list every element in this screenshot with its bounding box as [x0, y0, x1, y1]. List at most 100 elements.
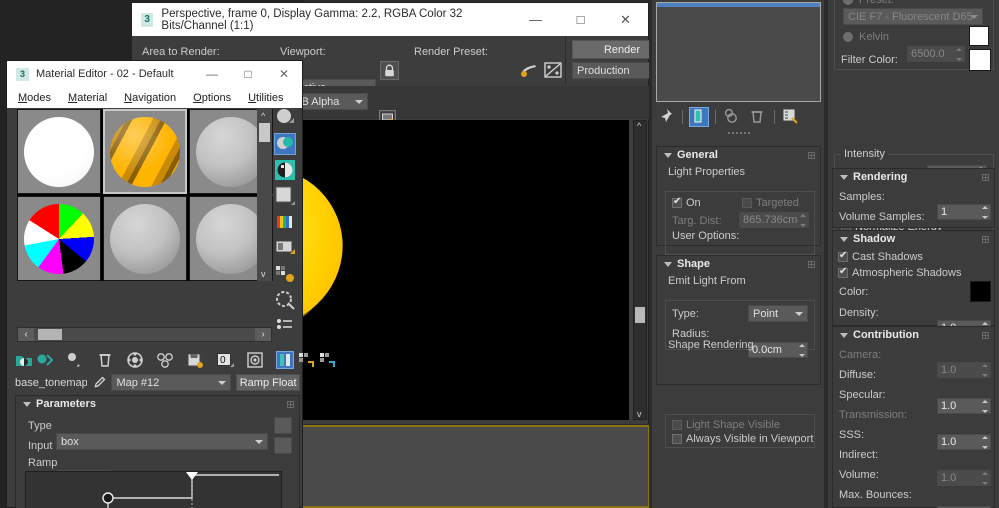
filter-color-swatch[interactable]: [969, 49, 991, 71]
emit-light-from-caption: Emit Light From: [668, 275, 746, 287]
put-material-to-scene-icon[interactable]: [36, 351, 54, 369]
sample-type-icon[interactable]: [274, 107, 296, 129]
map-type-button[interactable]: Ramp Float: [236, 374, 300, 391]
slots-scroll-up-icon[interactable]: ^: [261, 111, 265, 121]
pick-material-icon[interactable]: [318, 351, 336, 369]
preset-radio[interactable]: [843, 0, 853, 5]
hscrollbar-thumb[interactable]: [38, 329, 62, 340]
material-editor-titlebar[interactable]: 3 Material Editor - 02 - Default — □ ✕: [7, 61, 302, 87]
material-id-channel-icon[interactable]: [274, 315, 296, 337]
max-bounces-label: Max. Bounces:: [839, 489, 912, 501]
backlight-icon[interactable]: [274, 133, 296, 155]
shadow-rollout-header[interactable]: Shadow: [833, 231, 994, 247]
get-material-icon[interactable]: [15, 351, 33, 369]
background-checker-icon[interactable]: [274, 159, 296, 181]
material-name-field[interactable]: base_tonemap: [15, 377, 87, 389]
video-color-check-icon[interactable]: [274, 211, 296, 233]
slots-scroll-right-icon[interactable]: ›: [255, 328, 271, 341]
samples-spinner[interactable]: 1: [937, 204, 991, 220]
options-icon[interactable]: [274, 263, 296, 285]
on-checkbox-box: [672, 196, 682, 208]
cast-shadows-label: Cast Shadows: [852, 251, 923, 263]
targeted-checkbox-box: [742, 198, 752, 208]
show-end-result-icon[interactable]: [689, 107, 709, 127]
type-map-button[interactable]: [274, 417, 292, 434]
kelvin-value: 6500.0: [911, 48, 945, 60]
minimize-icon[interactable]: —: [194, 61, 230, 87]
specular-spinner[interactable]: 1.0: [937, 434, 991, 450]
slots-vertical-scrollbar[interactable]: ^ v: [257, 109, 272, 281]
go-forward-to-sibling-icon[interactable]: [297, 351, 315, 369]
menu-item-modes[interactable]: MModesodes: [18, 92, 51, 104]
slots-scroll-down-icon[interactable]: v: [261, 269, 266, 279]
go-to-parent-icon[interactable]: [276, 351, 294, 369]
contribution-rollout-header[interactable]: Contribution: [833, 327, 994, 343]
slots-scrollbar-thumb[interactable]: [259, 123, 270, 142]
make-unique-icon[interactable]: [722, 107, 742, 127]
rendering-rollout-header[interactable]: Rendering: [833, 169, 994, 185]
make-unique-icon[interactable]: [156, 351, 174, 369]
diffuse-spinner[interactable]: 1.0: [937, 398, 991, 414]
show-end-result-icon[interactable]: [246, 351, 264, 369]
radius-spinner[interactable]: 0.0cm: [748, 342, 808, 358]
maximize-icon[interactable]: □: [558, 3, 603, 36]
material-slot-grey-2[interactable]: [103, 196, 187, 281]
pin-stack-icon[interactable]: [656, 107, 676, 127]
material-preview-pane[interactable]: [656, 2, 821, 102]
slots-scroll-left-icon[interactable]: ‹: [18, 328, 34, 341]
render-frame-titlebar[interactable]: 3 Perspective, frame 0, Display Gamma: 2…: [132, 3, 648, 36]
parameters-rollout-header[interactable]: Parameters: [16, 396, 299, 412]
samples-label: Samples:: [839, 191, 885, 203]
input-map-button[interactable]: [274, 437, 292, 454]
menu-item-navigation[interactable]: Navigation: [124, 92, 176, 104]
menu-item-material[interactable]: Material: [68, 92, 107, 104]
image-vertical-scrollbar[interactable]: ^ v: [633, 120, 647, 420]
eyedropper-icon[interactable]: [92, 376, 106, 390]
slots-horizontal-scrollbar[interactable]: ‹ ›: [17, 327, 272, 342]
menu-item-options[interactable]: Options: [193, 92, 231, 104]
targeted-checkbox[interactable]: Targeted: [742, 197, 799, 209]
always-visible-checkbox[interactable]: Always Visible in Viewport: [672, 433, 813, 445]
minimize-icon[interactable]: —: [513, 3, 558, 36]
kelvin-radio[interactable]: [843, 32, 853, 42]
select-by-material-icon[interactable]: [274, 289, 296, 311]
close-icon[interactable]: ✕: [603, 3, 648, 36]
make-material-copy-icon[interactable]: [126, 351, 144, 369]
atmospheric-shadows-checkbox[interactable]: Atmospheric Shadows: [838, 266, 961, 279]
ramp-curve-editor[interactable]: [25, 471, 282, 508]
general-rollout-header[interactable]: General: [657, 147, 820, 163]
configure-modifier-sets-icon[interactable]: [781, 107, 801, 127]
cast-shadows-checkbox[interactable]: Cast Shadows: [838, 250, 923, 263]
scrollbar-thumb[interactable]: [635, 307, 645, 323]
assign-material-icon[interactable]: [66, 351, 84, 369]
map-dropdown[interactable]: Map #12: [111, 374, 232, 391]
material-sample-slots[interactable]: ^ v: [17, 109, 273, 281]
targ-dist-value: 865.736cm: [743, 214, 798, 226]
material-slot-gold[interactable]: [103, 109, 187, 194]
reset-map-icon[interactable]: [96, 351, 114, 369]
shape-rollout-header[interactable]: Shape: [657, 256, 820, 272]
menu-item-utilities[interactable]: Utilities: [248, 92, 283, 104]
maximize-icon[interactable]: □: [230, 61, 266, 87]
lock-icon[interactable]: [380, 61, 399, 80]
show-map-in-viewport-icon[interactable]: 0: [216, 351, 234, 369]
shape-type-dropdown[interactable]: Point: [748, 305, 808, 322]
render-exposure-icon[interactable]: [543, 60, 563, 80]
select-render-elements-icon[interactable]: [519, 60, 539, 80]
panel-drag-handle[interactable]: [656, 130, 821, 135]
type-dropdown[interactable]: box: [56, 433, 268, 450]
scroll-down-icon[interactable]: v: [637, 409, 642, 419]
viewport-area[interactable]: [297, 427, 649, 508]
material-slot-checker[interactable]: [17, 196, 101, 281]
material-slot-white[interactable]: [17, 109, 101, 194]
save-material-icon[interactable]: [186, 351, 204, 369]
on-checkbox[interactable]: On: [672, 196, 701, 209]
scroll-up-icon[interactable]: ^: [637, 121, 641, 131]
delete-modifier-icon[interactable]: [748, 107, 768, 127]
shadow-color-swatch[interactable]: [970, 281, 991, 302]
close-icon[interactable]: ✕: [266, 61, 302, 87]
sample-uv-tiling-icon[interactable]: [274, 185, 296, 207]
kelvin-color-swatch[interactable]: [969, 26, 989, 46]
make-preview-icon[interactable]: [274, 237, 296, 259]
user-options-label: User Options:: [672, 230, 740, 242]
